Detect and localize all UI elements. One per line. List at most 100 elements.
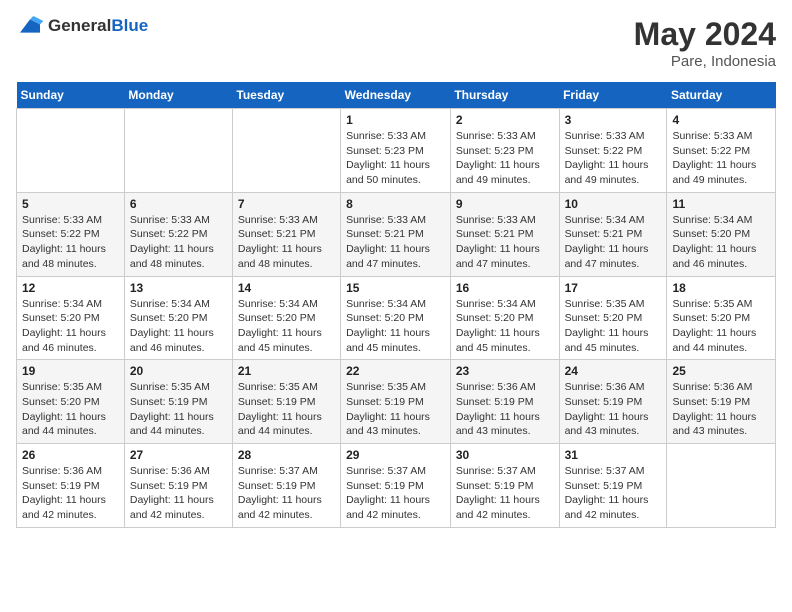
calendar-cell: 7Sunrise: 5:33 AM Sunset: 5:21 PM Daylig… <box>232 192 340 276</box>
calendar-cell <box>124 109 232 193</box>
calendar-week-row: 5Sunrise: 5:33 AM Sunset: 5:22 PM Daylig… <box>17 192 776 276</box>
calendar-header-row: SundayMondayTuesdayWednesdayThursdayFrid… <box>17 82 776 109</box>
day-number: 27 <box>130 448 227 462</box>
calendar-cell: 2Sunrise: 5:33 AM Sunset: 5:23 PM Daylig… <box>450 109 559 193</box>
day-number: 29 <box>346 448 445 462</box>
day-info: Sunrise: 5:34 AM Sunset: 5:20 PM Dayligh… <box>672 213 770 272</box>
day-number: 16 <box>456 281 554 295</box>
day-info: Sunrise: 5:36 AM Sunset: 5:19 PM Dayligh… <box>565 380 662 439</box>
day-number: 13 <box>130 281 227 295</box>
day-info: Sunrise: 5:36 AM Sunset: 5:19 PM Dayligh… <box>672 380 770 439</box>
calendar-cell: 9Sunrise: 5:33 AM Sunset: 5:21 PM Daylig… <box>450 192 559 276</box>
day-number: 30 <box>456 448 554 462</box>
weekday-header: Sunday <box>17 82 125 109</box>
day-info: Sunrise: 5:36 AM Sunset: 5:19 PM Dayligh… <box>456 380 554 439</box>
day-number: 19 <box>22 364 119 378</box>
calendar-week-row: 19 Sunrise: 5:35 AM Sunset: 5:20 PM Dayli… <box>17 360 776 444</box>
day-number: 1 <box>346 113 445 127</box>
day-info: Sunrise: 5:33 AM Sunset: 5:23 PM Dayligh… <box>456 129 554 188</box>
day-info: Sunrise: 5:35 AM Sunset: 5:20 PM Dayligh… <box>22 380 119 439</box>
day-number: 31 <box>565 448 662 462</box>
day-info: Sunrise: 5:34 AM Sunset: 5:20 PM Dayligh… <box>346 297 445 356</box>
calendar-cell: 15 Sunrise: 5:34 AM Sunset: 5:20 PM Dayli… <box>341 276 451 360</box>
day-info: Sunrise: 5:34 AM Sunset: 5:21 PM Dayligh… <box>565 213 662 272</box>
day-info: Sunrise: 5:35 AM Sunset: 5:19 PM Dayligh… <box>346 380 445 439</box>
calendar-cell <box>667 444 776 528</box>
calendar-cell: 6 Sunrise: 5:33 AM Sunset: 5:22 PM Daylig… <box>124 192 232 276</box>
day-info: Sunrise: 5:33 AM Sunset: 5:21 PM Dayligh… <box>238 213 335 272</box>
day-number: 21 <box>238 364 335 378</box>
day-number: 15 <box>346 281 445 295</box>
logo-general: General <box>48 16 111 35</box>
day-number: 18 <box>672 281 770 295</box>
calendar-cell <box>17 109 125 193</box>
day-info: Sunrise: 5:37 AM Sunset: 5:19 PM Dayligh… <box>238 464 335 523</box>
calendar-cell: 30Sunrise: 5:37 AM Sunset: 5:19 PM Dayli… <box>450 444 559 528</box>
day-number: 8 <box>346 197 445 211</box>
logo: GeneralBlue <box>16 16 148 36</box>
day-number: 23 <box>456 364 554 378</box>
calendar-week-row: 12 Sunrise: 5:34 AM Sunset: 5:20 PM Dayli… <box>17 276 776 360</box>
day-info: Sunrise: 5:34 AM Sunset: 5:20 PM Dayligh… <box>456 297 554 356</box>
month-year: May 2024 <box>634 16 776 53</box>
day-info: Sunrise: 5:33 AM Sunset: 5:22 PM Dayligh… <box>22 213 119 272</box>
weekday-header: Monday <box>124 82 232 109</box>
day-number: 4 <box>672 113 770 127</box>
calendar-cell: 19 Sunrise: 5:35 AM Sunset: 5:20 PM Dayli… <box>17 360 125 444</box>
day-info: Sunrise: 5:33 AM Sunset: 5:23 PM Dayligh… <box>346 129 445 188</box>
day-info: Sunrise: 5:34 AM Sunset: 5:20 PM Dayligh… <box>130 297 227 356</box>
day-info: Sunrise: 5:36 AM Sunset: 5:19 PM Dayligh… <box>130 464 227 523</box>
day-number: 25 <box>672 364 770 378</box>
calendar-cell <box>232 109 340 193</box>
calendar-cell: 17Sunrise: 5:35 AM Sunset: 5:20 PM Dayli… <box>559 276 667 360</box>
calendar-cell: 25 Sunrise: 5:36 AM Sunset: 5:19 PM Dayli… <box>667 360 776 444</box>
calendar-cell: 5Sunrise: 5:33 AM Sunset: 5:22 PM Daylig… <box>17 192 125 276</box>
calendar-cell: 4 Sunrise: 5:33 AM Sunset: 5:22 PM Daylig… <box>667 109 776 193</box>
calendar-cell: 16 Sunrise: 5:34 AM Sunset: 5:20 PM Dayli… <box>450 276 559 360</box>
calendar-cell: 12 Sunrise: 5:34 AM Sunset: 5:20 PM Dayli… <box>17 276 125 360</box>
calendar-cell: 28 Sunrise: 5:37 AM Sunset: 5:19 PM Dayli… <box>232 444 340 528</box>
day-number: 14 <box>238 281 335 295</box>
day-info: Sunrise: 5:33 AM Sunset: 5:22 PM Dayligh… <box>565 129 662 188</box>
logo-blue: Blue <box>111 16 148 35</box>
day-info: Sunrise: 5:36 AM Sunset: 5:19 PM Dayligh… <box>22 464 119 523</box>
calendar-week-row: 1 Sunrise: 5:33 AM Sunset: 5:23 PM Daylig… <box>17 109 776 193</box>
calendar-cell: 11 Sunrise: 5:34 AM Sunset: 5:20 PM Dayli… <box>667 192 776 276</box>
day-number: 3 <box>565 113 662 127</box>
calendar-cell: 8Sunrise: 5:33 AM Sunset: 5:21 PM Daylig… <box>341 192 451 276</box>
weekday-header: Thursday <box>450 82 559 109</box>
day-number: 6 <box>130 197 227 211</box>
calendar-cell: 3 Sunrise: 5:33 AM Sunset: 5:22 PM Daylig… <box>559 109 667 193</box>
calendar-cell: 27 Sunrise: 5:36 AM Sunset: 5:19 PM Dayli… <box>124 444 232 528</box>
day-number: 24 <box>565 364 662 378</box>
calendar-cell: 20 Sunrise: 5:35 AM Sunset: 5:19 PM Dayli… <box>124 360 232 444</box>
day-number: 11 <box>672 197 770 211</box>
day-number: 26 <box>22 448 119 462</box>
calendar-cell: 23 Sunrise: 5:36 AM Sunset: 5:19 PM Dayli… <box>450 360 559 444</box>
day-number: 20 <box>130 364 227 378</box>
day-info: Sunrise: 5:35 AM Sunset: 5:20 PM Dayligh… <box>672 297 770 356</box>
day-info: Sunrise: 5:35 AM Sunset: 5:19 PM Dayligh… <box>238 380 335 439</box>
day-number: 22 <box>346 364 445 378</box>
calendar-cell: 18 Sunrise: 5:35 AM Sunset: 5:20 PM Dayli… <box>667 276 776 360</box>
day-number: 10 <box>565 197 662 211</box>
location: Pare, Indonesia <box>634 53 776 70</box>
day-info: Sunrise: 5:34 AM Sunset: 5:20 PM Dayligh… <box>22 297 119 356</box>
calendar-cell: 24 Sunrise: 5:36 AM Sunset: 5:19 PM Dayli… <box>559 360 667 444</box>
calendar-body: 1 Sunrise: 5:33 AM Sunset: 5:23 PM Daylig… <box>17 109 776 528</box>
calendar-cell: 14Sunrise: 5:34 AM Sunset: 5:20 PM Dayli… <box>232 276 340 360</box>
day-info: Sunrise: 5:37 AM Sunset: 5:19 PM Dayligh… <box>565 464 662 523</box>
day-info: Sunrise: 5:33 AM Sunset: 5:22 PM Dayligh… <box>130 213 227 272</box>
calendar-cell: 22 Sunrise: 5:35 AM Sunset: 5:19 PM Dayli… <box>341 360 451 444</box>
day-number: 12 <box>22 281 119 295</box>
day-number: 28 <box>238 448 335 462</box>
weekday-header: Friday <box>559 82 667 109</box>
weekday-header: Tuesday <box>232 82 340 109</box>
title-block: May 2024 Pare, Indonesia <box>634 16 776 70</box>
calendar-cell: 21 Sunrise: 5:35 AM Sunset: 5:19 PM Dayli… <box>232 360 340 444</box>
day-info: Sunrise: 5:35 AM Sunset: 5:19 PM Dayligh… <box>130 380 227 439</box>
calendar-cell: 10 Sunrise: 5:34 AM Sunset: 5:21 PM Dayli… <box>559 192 667 276</box>
day-info: Sunrise: 5:33 AM Sunset: 5:22 PM Dayligh… <box>672 129 770 188</box>
calendar-cell: 13 Sunrise: 5:34 AM Sunset: 5:20 PM Dayli… <box>124 276 232 360</box>
calendar-cell: 26 Sunrise: 5:36 AM Sunset: 5:19 PM Dayli… <box>17 444 125 528</box>
